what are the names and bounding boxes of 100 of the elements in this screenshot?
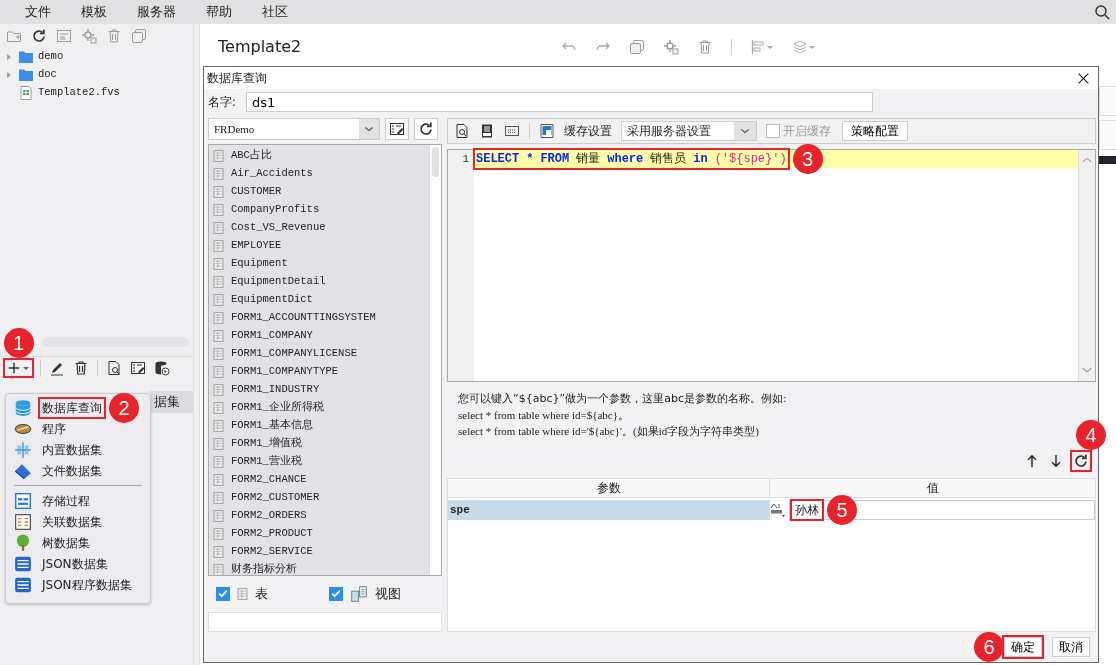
- table-item[interactable]: FORM1_COMPANYTYPE: [212, 363, 429, 381]
- menu-item[interactable]: 树数据集: [6, 532, 150, 553]
- menu-item[interactable]: 服务器: [137, 2, 176, 22]
- scrollbar[interactable]: [1078, 150, 1095, 381]
- copy-icon[interactable]: [131, 28, 147, 44]
- checkbox[interactable]: [216, 587, 230, 602]
- table-icon: [212, 418, 225, 434]
- cache-dropdown[interactable]: 采用服务器设置: [621, 121, 757, 141]
- connection-dropdown[interactable]: FRDemo: [208, 118, 380, 140]
- strategy-button[interactable]: 策略配置: [842, 121, 908, 141]
- refresh-icon[interactable]: [31, 28, 47, 44]
- table-item[interactable]: ABC占比: [212, 147, 429, 165]
- hint-text: select * from table where id=${abc}。: [458, 408, 629, 423]
- menu-item[interactable]: 文件: [25, 2, 51, 22]
- table-item[interactable]: FORM2_ORDERS: [212, 507, 429, 525]
- copy-icon[interactable]: [629, 39, 646, 55]
- name-field[interactable]: ds1: [246, 92, 874, 112]
- table-item[interactable]: FORM1_INDUSTRY: [212, 381, 429, 399]
- table-item[interactable]: FORM2_SERVICE: [212, 543, 429, 561]
- close-button[interactable]: [1077, 71, 1090, 85]
- table-item[interactable]: EquipmentDict: [212, 291, 429, 309]
- table-icon: [212, 490, 225, 506]
- table-item[interactable]: CompanyProfits: [212, 201, 429, 219]
- sql-document-icon[interactable]: [479, 123, 495, 139]
- table-item[interactable]: Air_Accidents: [212, 165, 429, 183]
- table-item[interactable]: 财务指标分析: [212, 561, 429, 576]
- gear-icon[interactable]: [81, 28, 97, 44]
- menu-item[interactable]: 模板: [81, 2, 107, 22]
- refresh-icon: [418, 121, 434, 137]
- align-icon[interactable]: [750, 39, 775, 55]
- table-icon: [212, 346, 225, 362]
- table-item[interactable]: FORM1_营业税: [212, 453, 429, 471]
- code-line[interactable]: SELECT * FROM 销量 where 销售员 in ('${spe}'): [475, 150, 788, 168]
- table-item[interactable]: Equipment: [212, 255, 429, 273]
- table-item[interactable]: FORM1_COMPANYLICENSE: [212, 345, 429, 363]
- panel-bar: [1099, 156, 1116, 164]
- table-item[interactable]: FORM1_企业所得税: [212, 399, 429, 417]
- preview-icon[interactable]: [106, 360, 122, 376]
- scrollbar-thumb[interactable]: [432, 147, 439, 177]
- table-icon: [212, 526, 225, 542]
- tree-item[interactable]: Template2.fvs: [0, 84, 193, 102]
- sql-icon[interactable]: [504, 123, 520, 139]
- step-badge: 4: [1076, 420, 1106, 450]
- add-button[interactable]: [5, 360, 32, 376]
- table-icon: [212, 544, 225, 560]
- checkbox[interactable]: [329, 587, 343, 602]
- preview-icon[interactable]: [454, 123, 470, 139]
- grid-icon: [14, 440, 32, 459]
- table-icon: [212, 202, 225, 218]
- table-icon: [212, 184, 225, 200]
- close-icon: [1077, 71, 1090, 85]
- table-icon: [212, 238, 225, 254]
- edit-icon[interactable]: [130, 360, 146, 376]
- table-item[interactable]: FORM2_PRODUCT: [212, 525, 429, 543]
- line-number: 1: [448, 150, 474, 381]
- dialog-button[interactable]: 确定: [1004, 637, 1042, 657]
- table-item[interactable]: CUSTOMER: [212, 183, 429, 201]
- table-item[interactable]: Cost_VS_Revenue: [212, 219, 429, 237]
- cache-icon[interactable]: [539, 123, 555, 139]
- menu-item[interactable]: 文件数据集: [6, 460, 150, 481]
- table-item[interactable]: FORM1_增值税: [212, 435, 429, 453]
- menu-item[interactable]: 社区: [262, 2, 288, 22]
- table-item[interactable]: FORM2_CHANCE: [212, 471, 429, 489]
- type-icon[interactable]: [770, 502, 786, 518]
- parameter-cell[interactable]: spe: [448, 500, 770, 520]
- table-item[interactable]: FORM2_CUSTOMER: [212, 489, 429, 507]
- filter-field[interactable]: [208, 612, 442, 632]
- dialog-button[interactable]: 取消: [1052, 637, 1090, 657]
- table-icon: [212, 328, 225, 344]
- menu-item[interactable]: 存储过程: [6, 490, 150, 511]
- menu-item[interactable]: 内置数据集: [6, 439, 150, 460]
- refresh-icon: [1073, 453, 1089, 469]
- search-icon[interactable]: [1094, 4, 1110, 20]
- layers-icon[interactable]: [792, 39, 817, 55]
- document-icon: [14, 575, 32, 594]
- refresh-button[interactable]: [414, 118, 438, 140]
- pencil-icon[interactable]: [49, 360, 65, 376]
- table-icon: [236, 586, 249, 603]
- new-folder-icon[interactable]: [6, 28, 22, 44]
- refresh-button[interactable]: [1072, 452, 1090, 470]
- edit-button[interactable]: [385, 118, 409, 140]
- tree-item[interactable]: demo: [0, 48, 193, 66]
- table-item[interactable]: FORM1_ACCOUNTTINGSYSTEM: [212, 309, 429, 327]
- menu-item[interactable]: JSON程序数据集: [6, 574, 150, 595]
- cache-label: 缓存设置: [564, 123, 612, 140]
- menu-item[interactable]: 关联数据集: [6, 511, 150, 532]
- table-item[interactable]: EMPLOYEE: [212, 237, 429, 255]
- tree-item[interactable]: doc: [0, 66, 193, 84]
- document-icon[interactable]: [56, 28, 72, 44]
- table-item[interactable]: FORM1_基本信息: [212, 417, 429, 435]
- template-title: Template2: [218, 36, 302, 58]
- table-item[interactable]: EquipmentDetail: [212, 273, 429, 291]
- dataset-item[interactable]: 据集: [150, 391, 193, 413]
- plus-icon: [7, 361, 21, 375]
- table-item[interactable]: FORM1_COMPANY: [212, 327, 429, 345]
- delete-icon[interactable]: [73, 360, 89, 376]
- menu-item[interactable]: JSON数据集: [6, 553, 150, 574]
- menu-item[interactable]: 帮助: [206, 2, 232, 22]
- database-icon[interactable]: [154, 360, 170, 376]
- table-icon: [212, 292, 225, 308]
